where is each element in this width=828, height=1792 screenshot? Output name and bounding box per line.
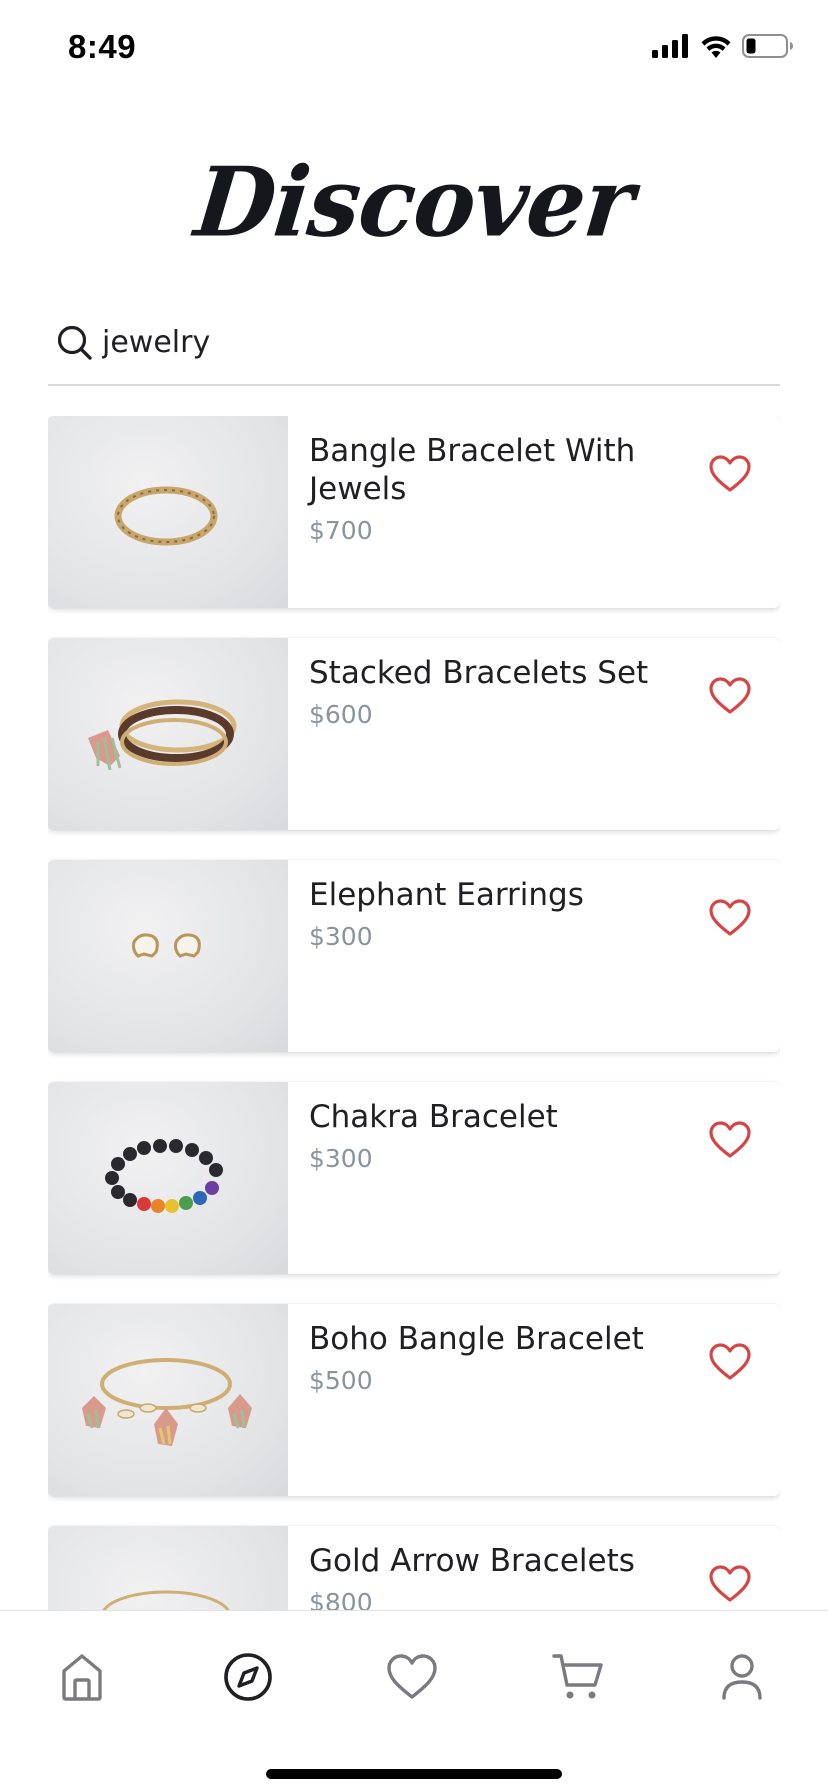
product-card[interactable]: Chakra Bracelet $300 [48,1082,780,1274]
tab-cart[interactable] [548,1647,608,1707]
product-price: $800 [309,1588,373,1610]
heart-icon[interactable] [708,676,752,716]
boho-bangle-image [48,1304,288,1496]
product-card[interactable]: Bangle Bracelet With Jewels $700 [48,416,780,608]
page-title: Discover [0,145,828,259]
heart-icon[interactable] [708,1342,752,1382]
product-price: $500 [309,1366,373,1395]
tab-favorites[interactable] [382,1647,442,1707]
product-card[interactable]: Boho Bangle Bracelet $500 [48,1304,780,1496]
search-icon [57,325,92,360]
product-name: Stacked Bracelets Set [309,655,649,691]
product-name: Boho Bangle Bracelet [309,1321,644,1357]
search-bar[interactable] [48,310,780,386]
search-input[interactable] [102,320,742,364]
heart-icon[interactable] [708,454,752,494]
product-name: Chakra Bracelet [309,1099,558,1135]
heart-icon[interactable] [708,1564,752,1604]
product-card[interactable]: Stacked Bracelets Set $600 [48,638,780,830]
chakra-bracelet-image [48,1082,288,1274]
product-list[interactable]: Bangle Bracelet With Jewels $700 Stacked… [48,416,780,1610]
status-time: 8:49 [68,28,137,65]
gold-arrow-image [48,1526,288,1610]
profile-icon [722,1654,762,1700]
compass-icon [224,1653,272,1701]
home-indicator [266,1769,562,1779]
product-price: $300 [309,922,373,951]
product-name: Elephant Earrings [309,877,584,913]
signal-icon [652,34,688,58]
product-price: $600 [309,700,373,729]
battery-icon [742,34,793,58]
tab-discover[interactable] [218,1647,278,1707]
product-name: Gold Arrow Bracelets [309,1543,635,1579]
status-icons [652,34,794,58]
product-price: $300 [309,1144,373,1173]
home-icon [62,1654,102,1701]
status-bar: 8:49 [0,0,828,100]
product-price: $700 [309,516,373,545]
heart-icon[interactable] [708,1120,752,1160]
product-name: Bangle Bracelet With Jewels [309,433,636,507]
product-card[interactable]: Elephant Earrings $300 [48,860,780,1052]
tab-bar [0,1610,828,1792]
cart-icon [552,1654,603,1699]
heart-icon [387,1654,437,1699]
stacked-bracelets-image [48,638,288,830]
tab-home[interactable] [52,1647,112,1707]
heart-icon[interactable] [708,898,752,938]
elephant-earrings-image [48,860,288,1052]
wifi-icon [701,36,731,58]
tab-profile[interactable] [712,1647,772,1707]
page-title-text: Discover [189,145,639,259]
bangle-bracelet-image [48,416,288,608]
product-card[interactable]: Gold Arrow Bracelets $800 [48,1526,780,1610]
